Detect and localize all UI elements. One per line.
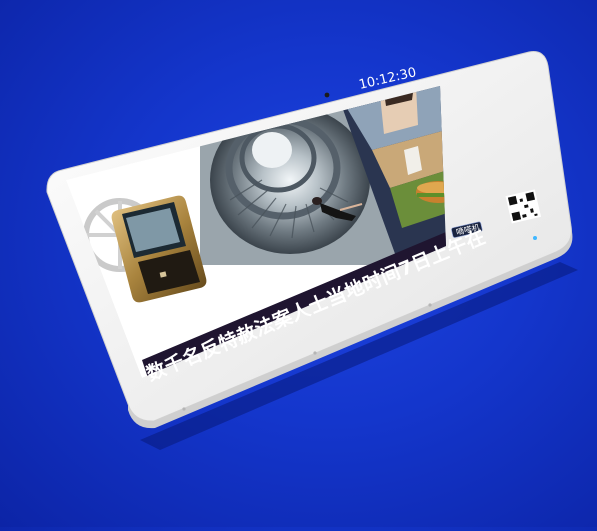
camera-icon [324,92,330,98]
power-indicator-icon [533,236,537,240]
display-product-photo: 10:12:30 嘀嗒机 数千名反特赦法案人士当地时间7日上午在 [0,0,597,527]
tablet-illustration: 10:12:30 嘀嗒机 数千名反特赦法案人士当地时间7日上午在 [46,51,578,450]
